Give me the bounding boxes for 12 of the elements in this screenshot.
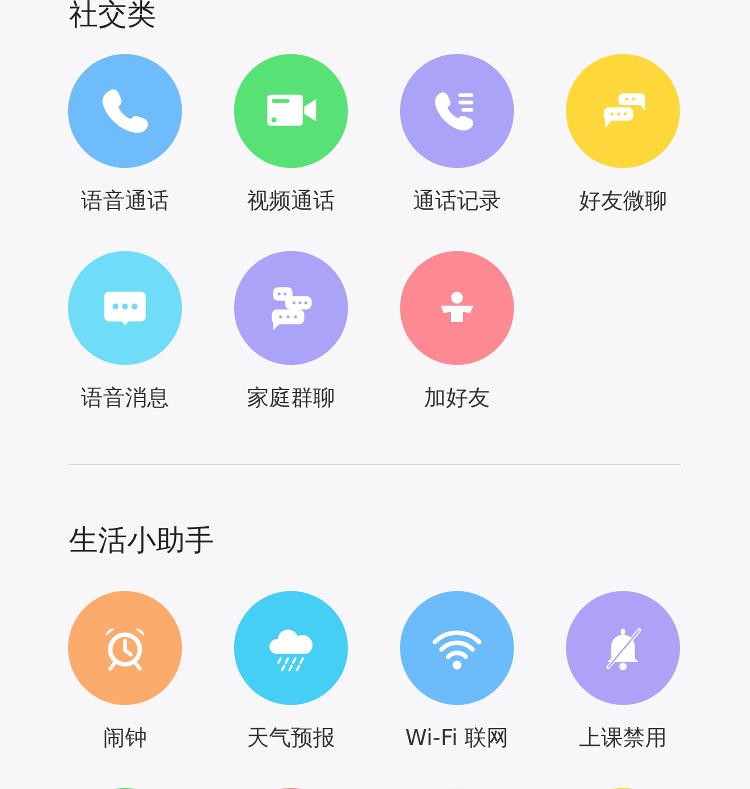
app-label: 语音消息 — [81, 385, 169, 413]
app-label: 好友微聊 — [579, 188, 667, 216]
app-label: 加好友 — [424, 385, 490, 413]
app-label: 天气预报 — [247, 725, 335, 753]
app-label: 家庭群聊 — [247, 385, 335, 413]
app-label: 闹钟 — [103, 725, 147, 753]
app-label: Wi-Fi 联网 — [405, 725, 509, 753]
section-title: 生活小助手 — [68, 522, 215, 559]
app-label: 通话记录 — [413, 188, 501, 216]
app-label: 视频通话 — [247, 188, 335, 216]
app-label: 语音通话 — [81, 188, 169, 216]
app-label: 上课禁用 — [579, 725, 667, 753]
